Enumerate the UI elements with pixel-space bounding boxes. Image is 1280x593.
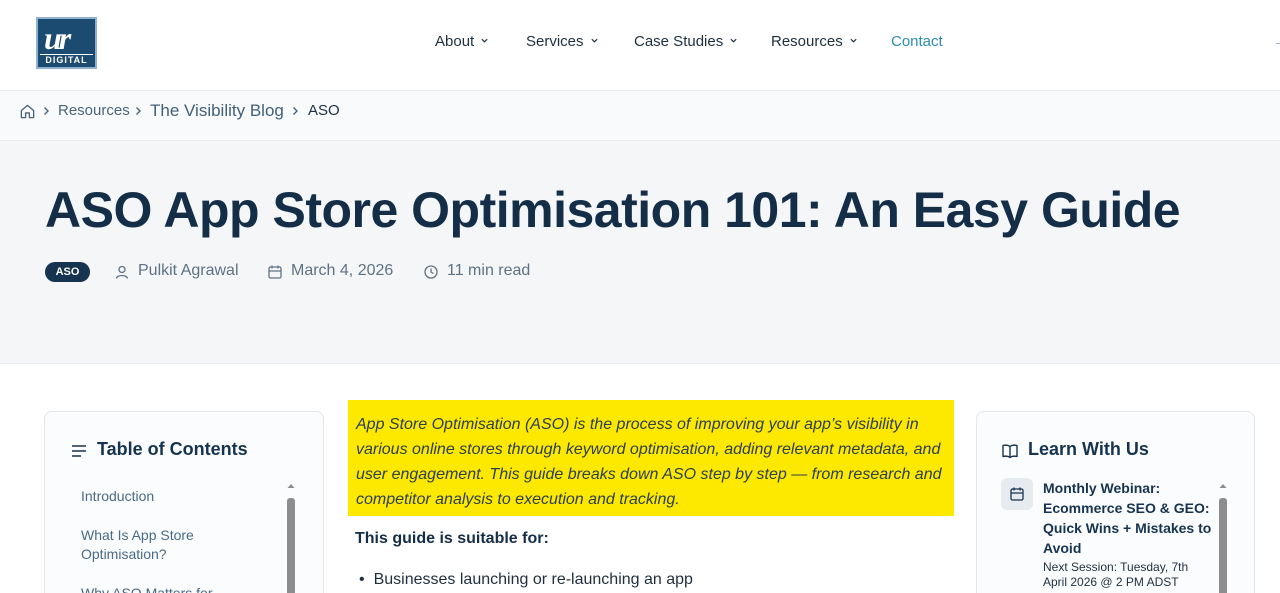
- breadcrumb: Resources The Visibility Blog ASO: [0, 91, 1280, 141]
- breadcrumb-resources[interactable]: Resources: [58, 102, 130, 119]
- chevron-right-icon: [136, 107, 141, 115]
- toc-title: Table of Contents: [97, 439, 248, 459]
- nav-item-about[interactable]: About: [435, 33, 489, 50]
- publish-date: March 4, 2026: [291, 262, 394, 279]
- logo-wordmark: DIGITAL: [40, 54, 93, 66]
- category-badge[interactable]: ASO: [45, 262, 90, 282]
- chevron-down-icon: [590, 38, 598, 43]
- nav-label: About: [435, 33, 475, 50]
- chevron-right-icon: [44, 107, 49, 115]
- calendar-icon: [1010, 487, 1024, 501]
- clock-icon: [424, 265, 438, 279]
- chevron-right-icon: [293, 107, 298, 115]
- home-icon[interactable]: [19, 103, 36, 120]
- nav-item-contact[interactable]: Contact: [891, 33, 943, 50]
- nav-label: Contact: [891, 33, 943, 50]
- nav-label: Services: [526, 33, 584, 50]
- logo-mark: ur: [44, 20, 71, 56]
- chevron-down-icon: [730, 38, 737, 43]
- learn-scrollbar[interactable]: [1218, 482, 1228, 593]
- intro-paragraph: App Store Optimisation (ASO) is the proc…: [356, 416, 942, 508]
- suitable-heading: This guide is suitable for:: [355, 530, 549, 547]
- calendar-icon: [268, 265, 282, 279]
- breadcrumb-current: ASO: [308, 102, 340, 119]
- scroll-up-icon[interactable]: [1218, 482, 1228, 490]
- nav-label: Resources: [771, 33, 843, 50]
- webinar-session: Next Session: Tuesday, 7th April 2026 @ …: [1043, 560, 1189, 589]
- webinar-title[interactable]: Monthly Webinar: Ecommerce SEO & GEO: Qu…: [1043, 478, 1213, 558]
- learn-title: Learn With Us: [1028, 439, 1149, 459]
- toc-item-what-is-aso[interactable]: What Is App Store Optimisation?: [81, 526, 261, 564]
- list-item: Businesses launching or re-launching an …: [359, 571, 693, 589]
- nav-item-services[interactable]: Services: [526, 33, 599, 50]
- nav-label: Case Studies: [634, 33, 724, 50]
- event-icon-box: [1001, 478, 1033, 510]
- scroll-thumb[interactable]: [1219, 498, 1227, 593]
- site-header: ur DIGITAL About Services Case Studies R…: [0, 0, 1280, 91]
- article-hero: ASO App Store Optimisation 101: An Easy …: [0, 141, 1280, 364]
- scroll-thumb[interactable]: [287, 498, 295, 593]
- author-name[interactable]: Pulkit Agrawal: [138, 262, 239, 280]
- toc-scrollbar[interactable]: [286, 482, 296, 593]
- chevron-down-icon: [850, 38, 857, 43]
- list-icon: [72, 445, 86, 457]
- toc-item-why-aso-matters[interactable]: Why ASO Matters for: [81, 584, 261, 593]
- book-icon: [1002, 444, 1018, 459]
- breadcrumb-blog[interactable]: The Visibility Blog: [150, 101, 284, 121]
- scroll-up-icon[interactable]: [286, 482, 296, 490]
- logo[interactable]: ur DIGITAL: [36, 17, 97, 69]
- chevron-down-icon: [481, 38, 488, 43]
- nav-item-resources[interactable]: Resources: [771, 33, 858, 50]
- offscreen-nav-edge: [1276, 43, 1280, 44]
- table-of-contents: Table of Contents Introduction What Is A…: [44, 411, 324, 593]
- toc-item-introduction[interactable]: Introduction: [81, 487, 261, 506]
- read-time: 11 min read: [447, 262, 531, 279]
- learn-with-us-card: Learn With Us Monthly Webinar: Ecommerce…: [976, 411, 1255, 593]
- user-icon: [115, 265, 129, 279]
- page-title: ASO App Store Optimisation 101: An Easy …: [45, 182, 1181, 238]
- nav-item-case-studies[interactable]: Case Studies: [634, 33, 738, 50]
